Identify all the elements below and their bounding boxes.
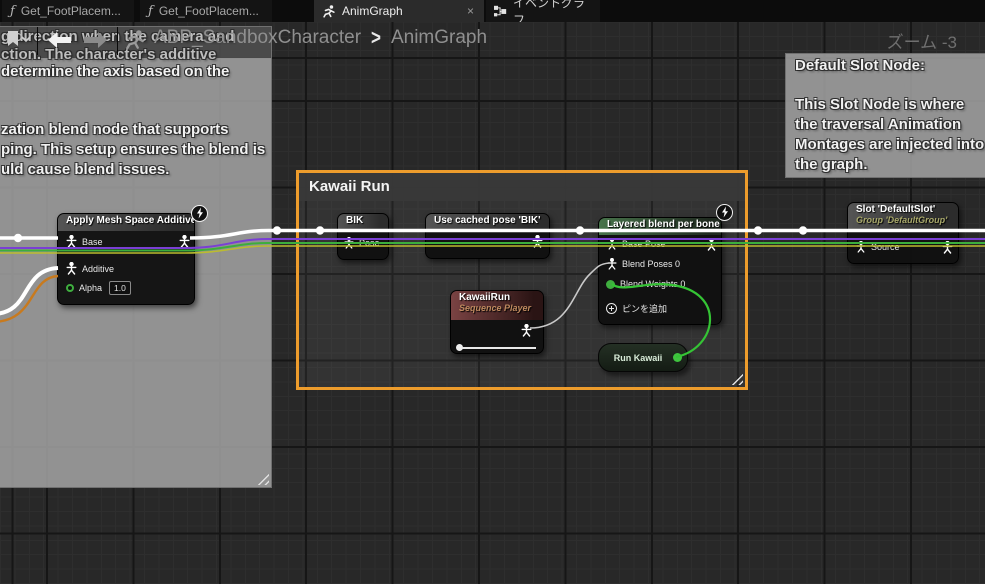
pin-additive[interactable]: Additive [66,262,114,275]
wire-reroute-dot[interactable] [273,226,281,234]
pin-label: Source [871,242,900,252]
breadcrumb-root[interactable]: ABP_SandboxCharacter [154,27,361,49]
pose-pin-icon [607,258,617,270]
zoom-indicator: ズーム -3 [887,28,957,53]
bool-pin-output[interactable] [673,353,682,362]
comment-text-line: ping. This setup ensures the blend is [1,141,265,159]
function-icon: ƒ [148,4,153,19]
bookmark-icon[interactable] [6,30,20,48]
add-pin-icon [606,303,617,314]
graph-canvas[interactable]: g direction when the camera and ction. T… [0,22,985,584]
node-use-cached-pose-bik[interactable]: Use cached pose 'BIK' [425,213,550,259]
comment-text-line: determine the axis based on the [1,63,229,81]
node-run-kawaii-variable[interactable]: Run Kawaii [598,343,688,372]
pin-label: ピンを追加 [622,302,667,315]
pin-blend-poses-0[interactable]: Blend Poses 0 [607,258,680,270]
pin-pose-output[interactable] [532,235,543,248]
pin-label: Blend Weights 0 [620,279,685,289]
float-pin-icon [66,284,74,292]
anim-runner-icon [322,4,336,19]
tab-get-footplacem-2[interactable]: ƒ Get_FootPlacem... [140,0,272,22]
pin-alpha[interactable]: Alpha 1.0 [66,281,131,295]
fast-path-lightning-icon [191,205,208,222]
tab-animgraph[interactable]: AnimGraph × [314,0,484,22]
pose-pin-icon [856,241,866,253]
pin-source[interactable]: Source [856,241,900,253]
function-icon: ƒ [10,4,15,19]
pin-pose-output[interactable] [942,241,953,254]
pose-pin-icon [607,238,617,250]
forward-button[interactable] [82,31,109,49]
breadcrumb-separator-icon: > [371,26,381,51]
node-title: BIK [338,214,388,231]
node-subtitle: Sequence Player [459,303,535,313]
node-title: Layered blend per bone [599,218,721,235]
breadcrumb: ABP_SandboxCharacter > AnimGraph [154,27,487,49]
comment-title: Kawaii Run [299,173,745,201]
event-graph-icon [494,5,507,18]
pin-label: Base Pose [622,239,666,249]
node-title: Use cached pose 'BIK' [426,214,549,231]
divider [117,27,118,55]
pin-pose-output[interactable] [521,324,532,337]
add-pin-button[interactable]: ピンを追加 [606,302,667,315]
node-bik[interactable]: BIK Pose [337,213,389,260]
pin-pose-output[interactable] [179,235,190,248]
pin-label: Pose [359,238,380,248]
pin-label: Additive [82,264,114,274]
node-kawaiirun-sequence-player[interactable]: KawaiiRun Sequence Player [450,290,544,354]
tab-get-footplacem-1[interactable]: ƒ Get_FootPlacem... [2,0,134,22]
playback-progress-bar [462,347,536,349]
pin-pose-output[interactable] [706,238,717,251]
node-title: Slot 'DefaultSlot' Group 'DefaultGroup' [848,203,958,232]
comment-title: Default Slot Node: [795,57,925,75]
comment-box-default-slot[interactable]: Default Slot Node: This Slot Node is whe… [785,53,985,178]
node-title: KawaiiRun Sequence Player [451,291,543,320]
pin-base[interactable]: Base [66,235,103,248]
animgraph-editor: ƒ Get_FootPlacem... ƒ Get_FootPlacem... … [0,0,985,584]
node-slot-defaultslot[interactable]: Slot 'DefaultSlot' Group 'DefaultGroup' … [847,202,959,264]
alpha-value-input[interactable]: 1.0 [109,281,131,295]
float-pin-icon [606,280,615,289]
tab-bar: ƒ Get_FootPlacem... ƒ Get_FootPlacem... … [0,0,985,22]
comment-text-line: uld cause blend issues. [1,161,169,179]
back-button[interactable] [46,31,73,49]
pose-pin-icon [66,262,77,275]
tab-event-graph[interactable]: イベントグラフ [486,0,600,22]
chevron-down-icon[interactable] [21,36,31,43]
breadcrumb-current[interactable]: AnimGraph [391,27,487,49]
tab-label: Get_FootPlacem... [21,4,121,18]
variable-label: Run Kawaii [614,353,663,363]
comment-text-line: zation blend node that supports [1,121,229,139]
resize-handle[interactable] [257,473,269,485]
pin-label: Base [82,237,103,247]
close-icon[interactable]: × [465,5,476,17]
wire-reroute-dot[interactable] [754,226,762,234]
node-layered-blend-per-bone[interactable]: Layered blend per bone Base Pose Blend P… [598,217,722,325]
pin-base-pose[interactable]: Base Pose [607,238,666,250]
wire-reroute-dot[interactable] [799,226,807,234]
fast-path-lightning-icon [716,204,733,221]
comment-body: This Slot Node is where the traversal An… [795,95,985,175]
divider [37,27,38,55]
tab-label: AnimGraph [342,4,403,18]
tab-label: Get_FootPlacem... [159,4,259,18]
anim-runner-icon [124,28,146,52]
node-apply-mesh-space-additive[interactable]: Apply Mesh Space Additive Base Additive … [57,213,195,305]
node-subtitle: Group 'DefaultGroup' [856,215,950,225]
pose-pin-icon [66,235,77,248]
node-title: Apply Mesh Space Additive [58,214,194,231]
pin-blend-weights-0[interactable]: Blend Weights 0 [606,279,685,289]
pin-label: Alpha [79,283,102,293]
pose-pin-icon [344,237,354,249]
resize-handle[interactable] [731,373,743,385]
pin-pose[interactable]: Pose [344,237,380,249]
pin-label: Blend Poses 0 [622,259,680,269]
